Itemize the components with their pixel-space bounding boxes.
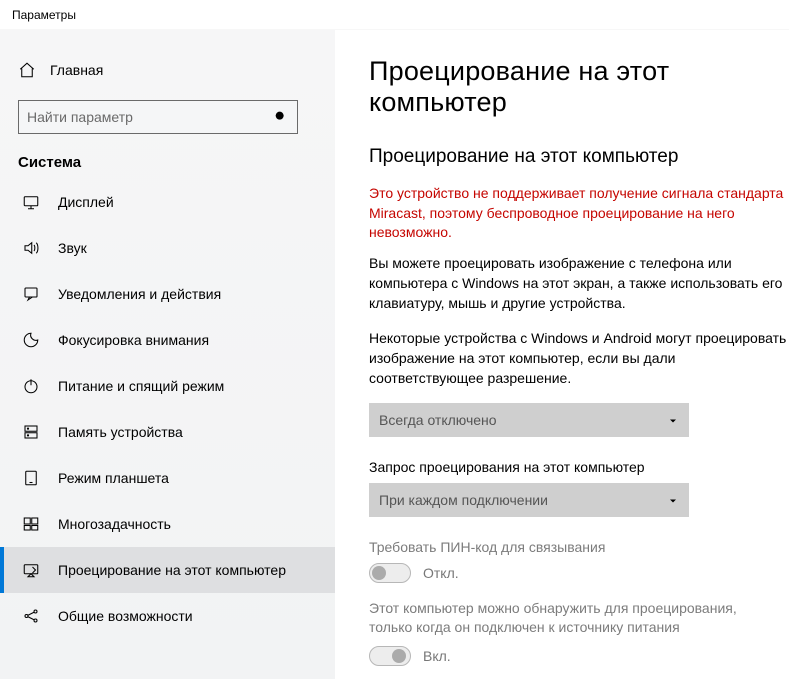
sidebar-item-projecting[interactable]: Проецирование на этот компьютер [0,547,335,593]
section-label: Система [0,144,335,179]
storage-icon [22,423,40,441]
window-titlebar: Параметры [0,0,789,30]
sidebar-item-label: Уведомления и действия [58,286,221,302]
search-icon [273,109,289,125]
require-pin-toggle-text: Откл. [423,565,459,581]
ask-to-project-dropdown[interactable]: При каждом подключении [369,483,689,517]
sidebar-item-notifications[interactable]: Уведомления и действия [0,271,335,317]
sidebar: Главная Система Дисплей Звук [0,30,335,679]
require-pin-toggle[interactable] [369,563,411,583]
window-title: Параметры [12,8,76,22]
description-1: Вы можете проецировать изображение с тел… [369,253,789,314]
sidebar-item-focus[interactable]: Фокусировка внимания [0,317,335,363]
sidebar-item-label: Дисплей [58,194,114,210]
sidebar-item-shared[interactable]: Общие возможности [0,593,335,639]
home-icon [18,61,36,79]
main-content: Проецирование на этот компьютер Проециро… [335,30,789,679]
power-icon [22,377,40,395]
search-box[interactable] [18,100,298,134]
notifications-icon [22,285,40,303]
focus-icon [22,331,40,349]
sidebar-item-label: Фокусировка внимания [58,332,209,348]
require-pin-label: Требовать ПИН-код для связывания [369,539,789,555]
sidebar-item-label: Общие возможности [58,608,193,624]
sidebar-item-label: Проецирование на этот компьютер [58,562,286,578]
shared-icon [22,607,40,625]
tablet-icon [22,469,40,487]
dropdown-value: При каждом подключении [379,492,548,508]
sidebar-item-tablet[interactable]: Режим планшета [0,455,335,501]
sidebar-item-sound[interactable]: Звук [0,225,335,271]
sidebar-item-storage[interactable]: Память устройства [0,409,335,455]
dropdown-value: Всегда отключено [379,412,497,428]
home-label: Главная [50,62,103,78]
section-title: Проецирование на этот компьютер [369,146,789,168]
sidebar-item-label: Звук [58,240,87,256]
sidebar-item-label: Питание и спящий режим [58,378,224,394]
sidebar-item-label: Многозадачность [58,516,171,532]
sidebar-item-power[interactable]: Питание и спящий режим [0,363,335,409]
multitask-icon [22,515,40,533]
ask-to-project-label: Запрос проецирования на этот компьютер [369,459,789,475]
discover-on-power-toggle-text: Вкл. [423,648,451,664]
sidebar-item-multitask[interactable]: Многозадачность [0,501,335,547]
sidebar-nav: Дисплей Звук Уведомления и действия Фоку… [0,179,335,639]
chevron-down-icon [667,414,679,426]
sidebar-item-label: Память устройства [58,424,183,440]
sound-icon [22,239,40,257]
projecting-icon [22,561,40,579]
sidebar-item-display[interactable]: Дисплей [0,179,335,225]
page-title: Проецирование на этот компьютер [369,56,789,118]
miracast-error-text: Это устройство не поддерживает получение… [369,184,789,243]
discover-on-power-label: Этот компьютер можно обнаружить для прое… [369,599,779,638]
search-input[interactable] [27,109,273,125]
sidebar-item-label: Режим планшета [58,470,169,486]
discover-on-power-toggle[interactable] [369,646,411,666]
availability-dropdown[interactable]: Всегда отключено [369,403,689,437]
description-2: Некоторые устройства с Windows и Android… [369,328,789,389]
display-icon [22,193,40,211]
chevron-down-icon [667,494,679,506]
home-button[interactable]: Главная [0,50,335,90]
